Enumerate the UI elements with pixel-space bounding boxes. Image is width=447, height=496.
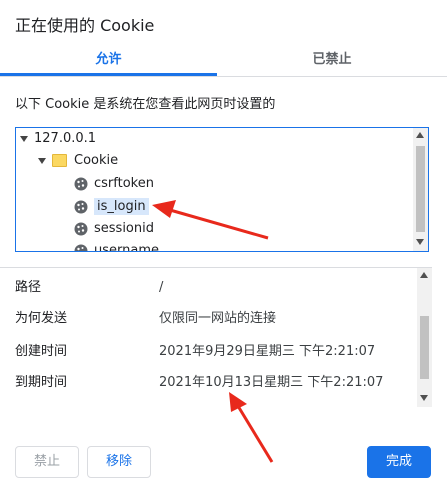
folder-icon	[52, 154, 67, 167]
dialog-title: 正在使用的 Cookie	[15, 16, 155, 35]
cookie-description: 以下 Cookie 是系统在您查看此网页时设置的	[15, 97, 276, 112]
scrollbar-thumb[interactable]	[420, 316, 429, 379]
detail-value: 2021年9月29日星期三 下午2:21:07	[159, 344, 376, 359]
cookie-tree[interactable]: 127.0.0.1 Cookie csrftoken is_login sess…	[15, 127, 429, 252]
detail-label: 为何发送	[15, 311, 68, 326]
tree-item-cookie-selected[interactable]: is_login	[74, 197, 149, 217]
detail-label: 创建时间	[15, 344, 68, 359]
expand-arrow-icon[interactable]	[20, 135, 28, 142]
details-scrollbar[interactable]	[417, 268, 432, 407]
cookie-label: username	[94, 243, 159, 252]
detail-label: 到期时间	[15, 375, 68, 390]
detail-value: 2021年10月13日星期三 下午2:21:07	[159, 375, 384, 390]
block-button[interactable]: 禁止	[15, 446, 79, 478]
cookie-label: is_login	[94, 198, 149, 215]
scroll-up-icon[interactable]	[416, 132, 424, 138]
tree-node-host[interactable]: 127.0.0.1	[20, 129, 96, 149]
detail-value: /	[159, 280, 164, 295]
cookie-label: csrftoken	[94, 176, 154, 191]
folder-label: Cookie	[74, 153, 119, 168]
tree-scrollbar[interactable]	[413, 128, 428, 251]
expand-arrow-icon[interactable]	[38, 157, 46, 164]
cookie-icon	[74, 177, 88, 190]
cookie-icon	[74, 244, 88, 251]
tree-node-folder[interactable]: Cookie	[38, 151, 118, 171]
host-label: 127.0.0.1	[34, 131, 97, 146]
tree-item-cookie[interactable]: username	[74, 241, 159, 252]
tab-bar: 允许 已禁止	[0, 44, 447, 77]
scrollbar-thumb[interactable]	[416, 146, 425, 232]
remove-button[interactable]: 移除	[87, 446, 151, 478]
cookie-icon	[74, 222, 88, 235]
cookie-details: 路径 / 为何发送 仅限同一网站的连接 创建时间 2021年9月29日星期三 下…	[0, 267, 432, 408]
done-button[interactable]: 完成	[367, 446, 431, 478]
tab-blocked[interactable]: 已禁止	[217, 44, 447, 76]
cookie-icon	[74, 200, 88, 213]
tree-item-cookie[interactable]: csrftoken	[74, 174, 154, 194]
scroll-up-icon[interactable]	[420, 272, 428, 278]
cookie-label: sessionid	[94, 221, 154, 236]
scroll-down-icon[interactable]	[416, 239, 424, 245]
detail-value: 仅限同一网站的连接	[159, 311, 277, 326]
tree-item-cookie[interactable]: sessionid	[74, 219, 154, 239]
tab-allowed[interactable]: 允许	[0, 44, 217, 76]
annotation-arrow-line	[236, 405, 274, 463]
scroll-down-icon[interactable]	[420, 395, 428, 401]
active-tab-indicator	[0, 73, 217, 76]
detail-label: 路径	[15, 280, 42, 295]
